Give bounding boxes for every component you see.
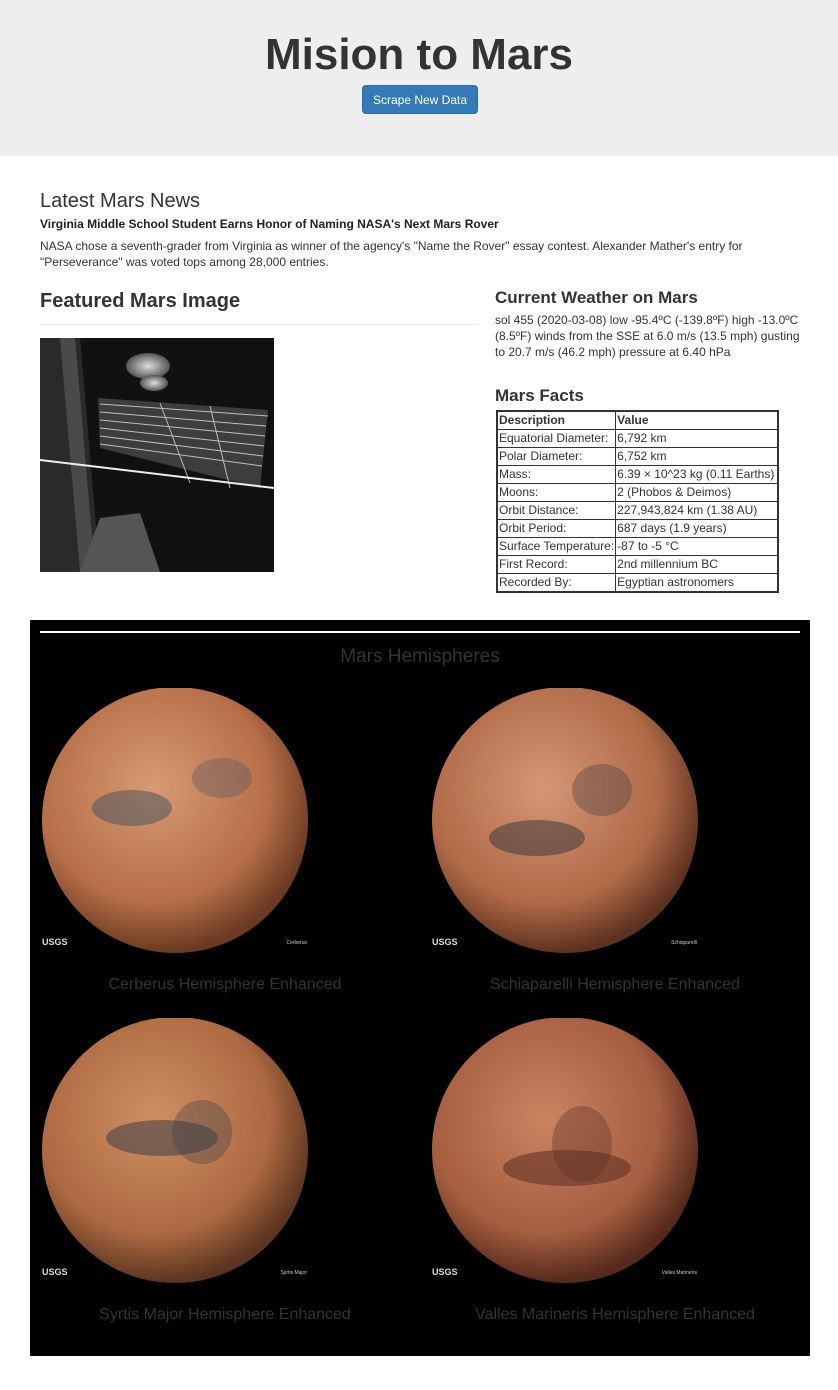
featured-image-heading: Featured Mars Image (40, 290, 241, 312)
fact-value: 2 (Phobos & Deimos) (615, 483, 779, 502)
usgs-logo: USGS (42, 937, 68, 947)
table-row: Polar Diameter: 6,752 km (496, 447, 779, 466)
featured-divider (40, 324, 476, 325)
scrape-new-data-button[interactable]: Scrape New Data (362, 85, 478, 114)
fact-description: First Record: (496, 555, 617, 574)
hemisphere-caption: Schiaparelli Hemisphere Enhanced (490, 976, 740, 993)
hemisphere-image: USGS Valles Marineris (432, 1018, 722, 1308)
usgs-logo: USGS (42, 1267, 68, 1277)
hemispheres-heading: Mars Hemispheres (340, 646, 500, 667)
hemisphere-image: USGS Cerberus (42, 688, 332, 978)
table-row: First Record: 2nd millennium BC (496, 555, 779, 574)
fact-description: Polar Diameter: (496, 447, 617, 466)
table-row: Equatorial Diameter: 6,792 km (496, 429, 779, 448)
mars-facts-heading: Mars Facts (495, 386, 584, 405)
fact-value: 227,943,824 km (1.38 AU) (615, 501, 779, 520)
usgs-logo: USGS (432, 937, 458, 947)
hemisphere-image-label: Valles Marineris (661, 1270, 697, 1276)
fact-value: 6,792 km (615, 429, 779, 448)
fact-value: Egyptian astronomers (615, 573, 779, 593)
hemisphere-caption: Valles Marineris Hemisphere Enhanced (475, 1306, 755, 1323)
column-header-value: Value (615, 410, 779, 430)
fact-value: 2nd millennium BC (615, 555, 779, 574)
latest-news-heading: Latest Mars News (40, 190, 201, 212)
hemispheres-section: Mars Hemispheres USGS Cerberus Cerberus He… (30, 620, 810, 1356)
hemispheres-divider (40, 631, 800, 633)
header-jumbotron: Mision to Mars Scrape New Data (0, 0, 838, 156)
featured-image (40, 338, 274, 572)
table-row: Orbit Period: 687 days (1.9 years) (496, 519, 779, 538)
fact-value: 6.39 × 10^23 kg (0.11 Earths) (615, 465, 779, 484)
fact-description: Recorded By: (496, 573, 617, 593)
fact-value: 687 days (1.9 years) (615, 519, 779, 538)
table-row: Mass: 6.39 × 10^23 kg (0.11 Earths) (496, 465, 779, 484)
table-row: Recorded By: Egyptian astronomers (496, 573, 779, 593)
hemisphere-image-label: Schiaparelli (671, 940, 697, 946)
weather-text: sol 455 (2020-03-08) low -95.4ºC (-139.8… (495, 313, 800, 359)
table-row: Moons: 2 (Phobos & Deimos) (496, 483, 779, 502)
weather-heading: Current Weather on Mars (495, 288, 698, 307)
fact-description: Orbit Period: (496, 519, 617, 538)
table-row: Surface Temperature: -87 to -5 °C (496, 537, 779, 556)
mars-facts-table: Description Value Equatorial Diameter: 6,… (496, 410, 780, 593)
fact-description: Equatorial Diameter: (496, 429, 617, 448)
table-header-row: Description Value (496, 410, 779, 430)
news-title: Virginia Middle School Student Earns Hon… (40, 217, 499, 231)
fact-description: Orbit Distance: (496, 501, 617, 520)
table-row: Orbit Distance: 227,943,824 km (1.38 AU) (496, 501, 779, 520)
usgs-logo: USGS (432, 1267, 458, 1277)
hemisphere-image-label: Syrtis Major (280, 1270, 307, 1276)
column-header-description: Description (496, 410, 617, 430)
page-title: Mision to Mars (264, 30, 574, 79)
fact-description: Surface Temperature: (496, 537, 617, 556)
hemisphere-image-label: Cerberus (286, 940, 307, 946)
fact-description: Moons: (496, 483, 617, 502)
hemisphere-caption: Syrtis Major Hemisphere Enhanced (99, 1306, 351, 1323)
hemisphere-caption: Cerberus Hemisphere Enhanced (108, 976, 342, 993)
hemisphere-image: USGS Schiaparelli (432, 688, 722, 978)
fact-description: Mass: (496, 465, 617, 484)
news-paragraph: NASA chose a seventh-grader from Virgini… (40, 239, 743, 269)
fact-value: -87 to -5 °C (615, 537, 779, 556)
hemisphere-image: USGS Syrtis Major (42, 1018, 332, 1308)
fact-value: 6,752 km (615, 447, 779, 466)
